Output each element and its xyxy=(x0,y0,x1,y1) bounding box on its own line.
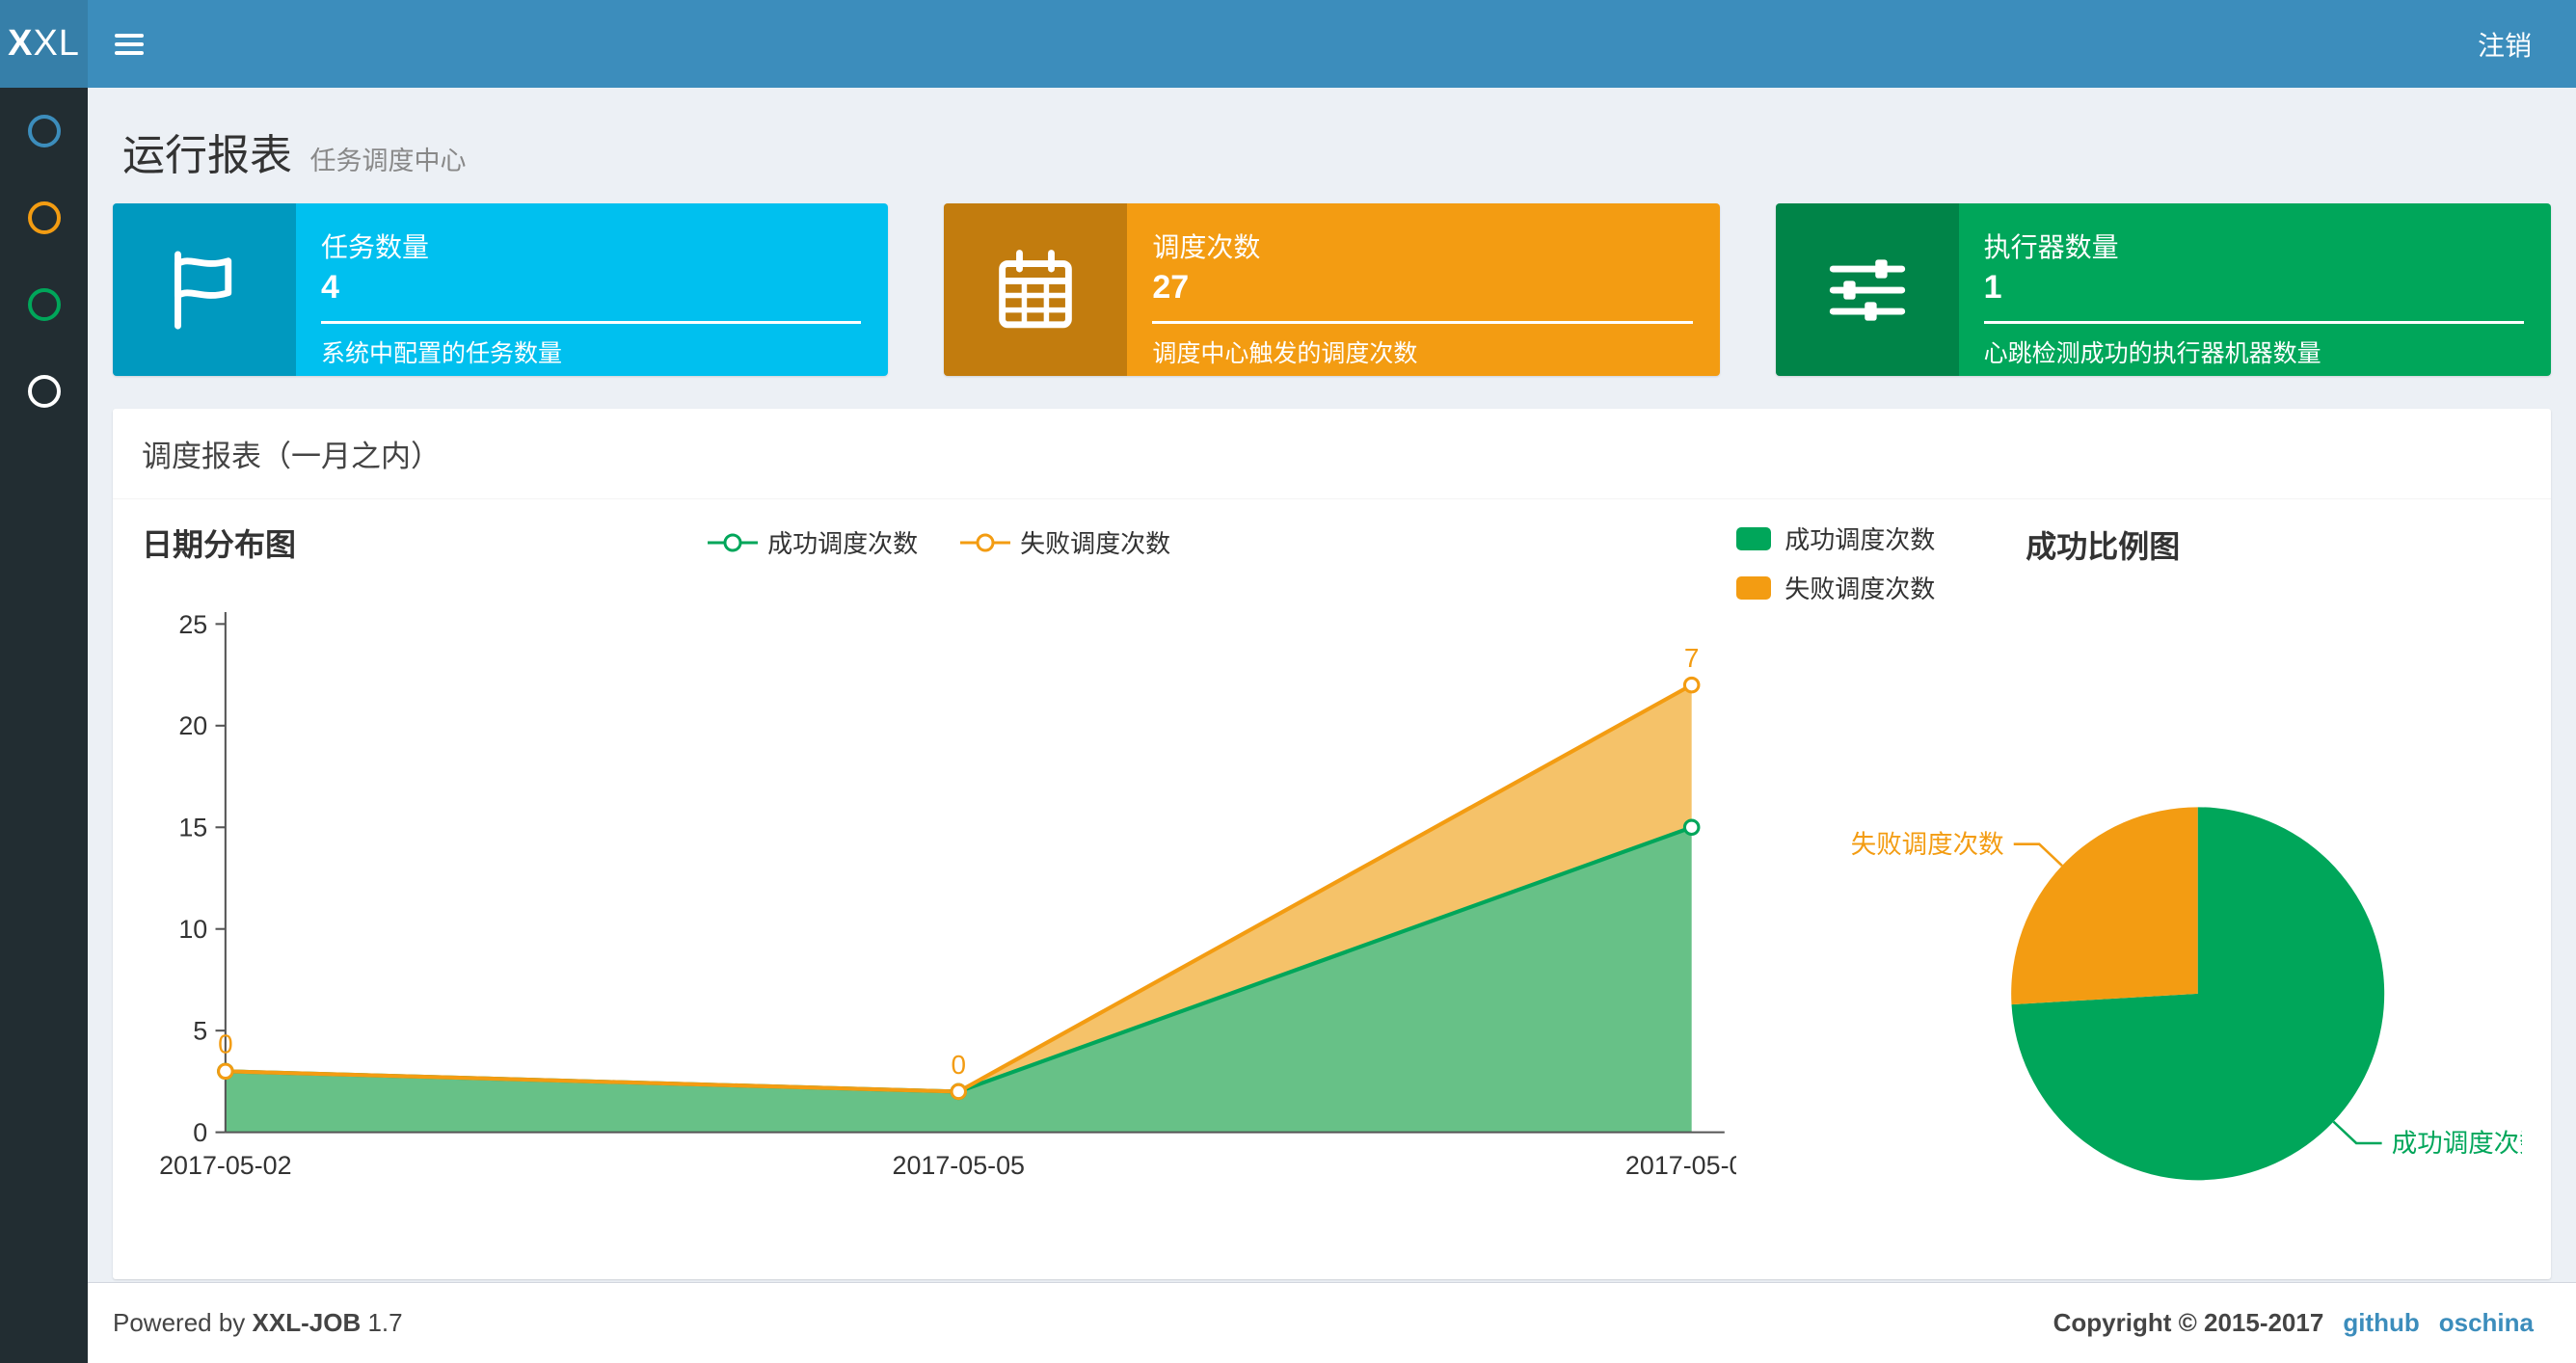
info-box-content: 调度次数 27 调度中心触发的调度次数 xyxy=(1127,203,1719,376)
info-box-content: 任务数量 4 系统中配置的任务数量 xyxy=(296,203,888,376)
pie-label: 成功调度次数 xyxy=(2392,1129,2522,1158)
legend-label: 失败调度次数 xyxy=(1020,529,1171,558)
legend-swatch xyxy=(1736,526,1772,550)
schedule-report-panel: 调度报表（一月之内） 日期分布图 成功调度次数 失败调度次数 0 5 10 15… xyxy=(113,409,2551,1280)
logout-link[interactable]: 注销 xyxy=(2433,0,2576,88)
success-ratio-section: 成功调度次数 失败调度次数 成功比例图 成功调度次数失败调度次数 xyxy=(1736,521,2522,1239)
x-tick-label: 2017-05-08 xyxy=(1625,1151,1736,1180)
line-marker-icon xyxy=(708,533,759,552)
product-version: 1.7 xyxy=(367,1308,403,1337)
info-box-progress-bar xyxy=(1983,321,2524,324)
data-label: 0 xyxy=(218,1029,233,1059)
pie-legend-item-success[interactable]: 成功调度次数 xyxy=(1736,521,1935,556)
logo-bold-text: X xyxy=(8,23,34,64)
info-box-value: 4 xyxy=(321,269,339,306)
legend-item-failure[interactable]: 失败调度次数 xyxy=(960,524,1170,560)
x-tick-label: 2017-05-05 xyxy=(893,1151,1025,1180)
success-ratio-pie-chart: 成功调度次数 失败调度次数 xyxy=(1851,807,2522,1181)
info-box-value: 1 xyxy=(1983,269,2002,306)
main-content: 运行报表 任务调度中心 任务数量 4 系统中配置的任务数量 调度次数 27 调度… xyxy=(88,88,2576,1282)
pie-chart-title: 成功比例图 xyxy=(2026,529,2181,564)
legend-swatch xyxy=(1736,575,1772,600)
sidebar-item-3-circle-icon[interactable] xyxy=(27,288,61,321)
legend-item-success[interactable]: 成功调度次数 xyxy=(708,524,918,560)
failure-point[interactable] xyxy=(217,1062,234,1081)
success-point[interactable] xyxy=(1682,818,1701,837)
info-box-value: 27 xyxy=(1152,269,1190,306)
info-box-icon-area xyxy=(1775,203,1959,376)
oschina-link[interactable]: oschina xyxy=(2439,1308,2534,1338)
powered-by-text: Powered by XXL-JOB 1.7 xyxy=(113,1308,403,1338)
app-logo[interactable]: X XL xyxy=(0,0,88,88)
info-box-progress-bar xyxy=(321,321,862,324)
info-box-label: 调度次数 xyxy=(1152,232,1261,262)
failure-point[interactable] xyxy=(950,1082,968,1101)
info-box-progress-bar xyxy=(1152,321,1693,324)
y-tick-label: 15 xyxy=(178,814,207,842)
footer-right: Copyright © 2015-2017 github oschina xyxy=(2053,1308,2534,1338)
line-chart-title: 日期分布图 xyxy=(142,527,297,562)
copyright-text: Copyright © 2015-2017 xyxy=(2053,1308,2324,1337)
y-tick-label: 5 xyxy=(193,1017,207,1046)
panel-title: 调度报表（一月之内） xyxy=(113,409,2551,499)
line-chart-legend: 成功调度次数 失败调度次数 xyxy=(708,524,1170,560)
date-distribution-chart: 05101520252017-05-022017-05-052017-05-08… xyxy=(159,610,1736,1180)
info-box-description: 调度中心触发的调度次数 xyxy=(1152,340,1418,367)
sliders-icon xyxy=(1829,258,1905,321)
x-tick-label: 2017-05-02 xyxy=(159,1151,291,1180)
page-subtitle: 任务调度中心 xyxy=(309,147,467,175)
page-title: 运行报表 xyxy=(122,132,292,179)
line-marker-icon xyxy=(960,533,1011,552)
info-box-label: 执行器数量 xyxy=(1983,232,2119,262)
info-box-description: 心跳检测成功的执行器机器数量 xyxy=(1983,340,2321,367)
y-tick-label: 20 xyxy=(178,711,207,740)
info-box-jobs: 任务数量 4 系统中配置的任务数量 xyxy=(113,203,889,376)
calendar-icon xyxy=(999,249,1073,328)
info-box-description: 系统中配置的任务数量 xyxy=(321,340,563,367)
info-box-row: 任务数量 4 系统中配置的任务数量 调度次数 27 调度中心触发的调度次数 执行… xyxy=(113,203,2551,376)
date-distribution-section: 日期分布图 成功调度次数 失败调度次数 0 5 10 15 20 25 2017… xyxy=(142,521,1736,1239)
pie-chart-header: 成功调度次数 失败调度次数 成功比例图 xyxy=(1736,521,2522,603)
info-box-icon-area xyxy=(113,203,296,376)
y-tick-label: 0 xyxy=(193,1118,207,1147)
product-name: XXL-JOB xyxy=(252,1308,362,1337)
hamburger-icon xyxy=(115,33,144,55)
pie-label: 失败调度次数 xyxy=(1851,830,2004,859)
sidebar-item-4-circle-icon[interactable] xyxy=(27,375,61,408)
data-label: 0 xyxy=(952,1050,967,1080)
line-chart-header: 日期分布图 成功调度次数 失败调度次数 xyxy=(142,521,1736,576)
pie-slice[interactable] xyxy=(2011,807,2198,1005)
page-header: 运行报表 任务调度中心 xyxy=(113,105,2551,203)
y-tick-label: 25 xyxy=(178,610,207,639)
top-navbar: X XL 注销 xyxy=(0,0,2576,88)
info-box-executors: 执行器数量 1 心跳检测成功的执行器机器数量 xyxy=(1775,203,2551,376)
powered-prefix: Powered by xyxy=(113,1308,246,1337)
info-box-icon-area xyxy=(944,203,1128,376)
legend-label: 成功调度次数 xyxy=(1784,525,1936,554)
sidebar-item-1-circle-icon[interactable] xyxy=(27,115,61,147)
github-link[interactable]: github xyxy=(2343,1308,2419,1338)
info-box-label: 任务数量 xyxy=(321,232,430,262)
flag-icon xyxy=(174,250,232,330)
pie-label-line xyxy=(2013,842,2064,867)
info-box-triggers: 调度次数 27 调度中心触发的调度次数 xyxy=(944,203,1720,376)
pie-label-line xyxy=(2332,1120,2382,1145)
left-sidebar xyxy=(0,88,88,1363)
info-box-content: 执行器数量 1 心跳检测成功的执行器机器数量 xyxy=(1959,203,2551,376)
legend-label: 成功调度次数 xyxy=(767,529,919,558)
y-tick-label: 10 xyxy=(178,915,207,944)
panel-body: 日期分布图 成功调度次数 失败调度次数 0 5 10 15 20 25 2017… xyxy=(113,499,2551,1279)
pie-legend-item-failure[interactable]: 失败调度次数 xyxy=(1736,570,1935,605)
page-footer: Powered by XXL-JOB 1.7 Copyright © 2015-… xyxy=(88,1282,2576,1363)
logo-rest-text: XL xyxy=(33,23,80,64)
failure-point[interactable] xyxy=(1682,676,1701,694)
sidebar-toggle-button[interactable] xyxy=(88,0,171,88)
data-label: 7 xyxy=(1684,643,1700,673)
sidebar-item-2-circle-icon[interactable] xyxy=(27,201,61,234)
legend-label: 失败调度次数 xyxy=(1784,575,1936,603)
pie-chart-legend: 成功调度次数 失败调度次数 xyxy=(1736,521,1935,605)
app-screen: X XL 注销 运行报表 任务调度中心 任务数量 4 系统中配置的任务数量 调度… xyxy=(0,0,2576,1363)
